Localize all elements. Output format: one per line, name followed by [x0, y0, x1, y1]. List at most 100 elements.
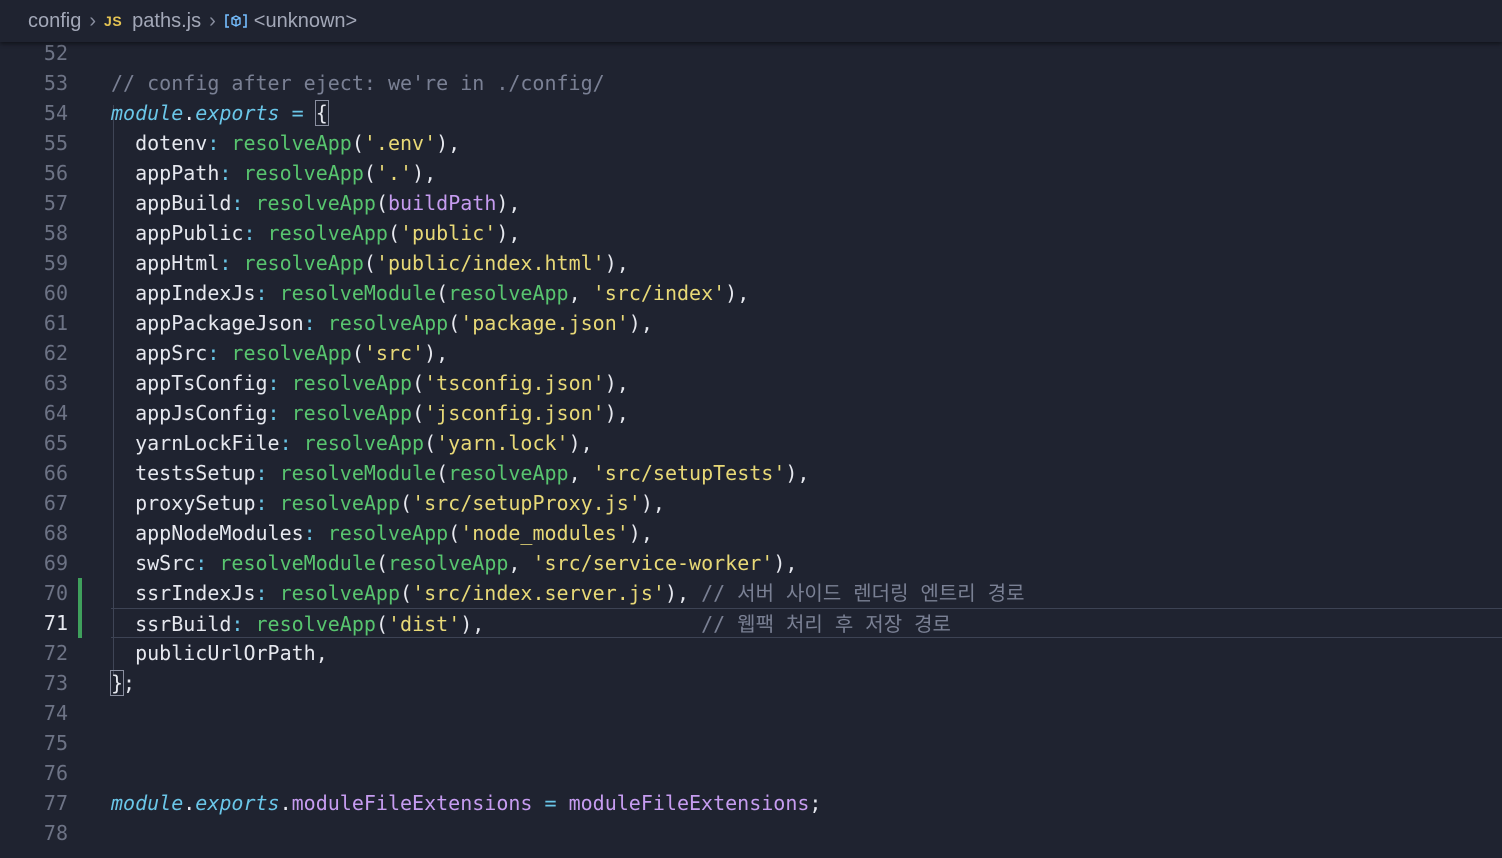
code-line[interactable]: 57 appBuild: resolveApp(buildPath), [0, 188, 1502, 218]
line-number: 67 [43, 491, 68, 515]
code-token: 'src/setupTests' [592, 461, 786, 485]
code-token: resolveApp [279, 581, 401, 605]
code-line[interactable]: 54 module.exports = { [0, 98, 1502, 128]
code-token: resolveApp [387, 551, 509, 575]
code-editor[interactable]: 52 53 // config after eject: we're in ./co… [0, 38, 1502, 858]
code-line[interactable]: 56 appPath: resolveApp('.'), [0, 158, 1502, 188]
code-token: moduleFileExtensions [291, 791, 533, 815]
code-token: yarnLockFile [111, 431, 280, 455]
code-line[interactable]: 78 [0, 818, 1502, 848]
code-token: ), [568, 431, 593, 455]
line-number: 60 [43, 281, 68, 305]
code-line[interactable]: 63 appTsConfig: resolveApp('tsconfig.jso… [0, 368, 1502, 398]
line-number: 58 [43, 221, 68, 245]
code-token: { [314, 100, 329, 126]
code-line[interactable]: 70 ssrIndexJs: resolveApp('src/index.ser… [0, 578, 1502, 608]
code-content [111, 38, 1502, 68]
code-token: resolveApp [327, 311, 449, 335]
code-content: appSrc: resolveApp('src'), [111, 338, 1502, 368]
code-line[interactable]: 73}; [0, 668, 1502, 698]
code-token: = [279, 101, 316, 125]
code-content: appHtml: resolveApp('public/index.html')… [111, 248, 1502, 278]
code-line[interactable]: 76 [0, 758, 1502, 788]
code-token: : [195, 551, 220, 575]
code-line[interactable]: 68 appNodeModules: resolveApp('node_modu… [0, 518, 1502, 548]
code-token: ), [785, 461, 810, 485]
git-added-marker[interactable] [78, 608, 82, 638]
code-token: resolveApp [327, 521, 449, 545]
code-token: } [109, 670, 125, 696]
javascript-file-icon: JS [104, 13, 123, 29]
code-content: appIndexJs: resolveModule(resolveApp, 's… [111, 278, 1502, 308]
code-token: ), [436, 131, 461, 155]
code-token: ), [412, 161, 437, 185]
line-number: 57 [43, 191, 68, 215]
code-line[interactable]: 75 [0, 728, 1502, 758]
code-line[interactable]: 61 appPackageJson: resolveApp('package.j… [0, 308, 1502, 338]
code-token: module [111, 101, 184, 125]
code-line[interactable]: 55 dotenv: resolveApp('.env'), [0, 128, 1502, 158]
code-token: ; [123, 671, 136, 695]
code-token: // 서버 사이드 렌더링 엔트리 경로 [701, 581, 1025, 605]
code-token: ( [375, 551, 388, 575]
git-added-marker[interactable] [78, 578, 82, 608]
code-line[interactable]: 60 appIndexJs: resolveModule(resolveApp,… [0, 278, 1502, 308]
code-line[interactable]: 62 appSrc: resolveApp('src'), [0, 338, 1502, 368]
code-token: : [267, 401, 292, 425]
code-token: 'tsconfig.json' [424, 371, 605, 395]
code-content: yarnLockFile: resolveApp('yarn.lock'), [111, 428, 1502, 458]
code-token: 'src/index.server.js' [412, 581, 665, 605]
code-token: appSrc [111, 341, 208, 365]
code-token: 'dist' [387, 612, 461, 636]
code-line[interactable]: 69 swSrc: resolveModule(resolveApp, 'src… [0, 548, 1502, 578]
code-token: // 웹팩 처리 후 저장 경로 [701, 612, 951, 636]
code-token: exports [195, 791, 280, 815]
code-token: resolveApp [291, 401, 413, 425]
code-content: publicUrlOrPath, [111, 638, 1502, 668]
code-line[interactable]: 53 // config after eject: we're in ./conf… [0, 68, 1502, 98]
code-token: : [303, 521, 328, 545]
code-content [111, 758, 1502, 788]
code-token: ), [496, 221, 521, 245]
code-line[interactable]: 72 publicUrlOrPath, [0, 638, 1502, 668]
code-line[interactable]: 52 [0, 38, 1502, 68]
breadcrumb-symbol[interactable]: <unknown> [254, 10, 357, 33]
breadcrumb: config › JS paths.js › <unknown> [0, 0, 1502, 42]
symbol-variable-icon [224, 14, 247, 28]
code-line[interactable]: 66 testsSetup: resolveModule(resolveApp,… [0, 458, 1502, 488]
code-line[interactable]: 58 appPublic: resolveApp('public'), [0, 218, 1502, 248]
code-line[interactable]: 74 [0, 698, 1502, 728]
code-token: ( [412, 401, 425, 425]
code-token: appBuild [111, 191, 232, 215]
line-number: 70 [43, 581, 68, 605]
code-content: appJsConfig: resolveApp('jsconfig.json')… [111, 398, 1502, 428]
code-line[interactable]: 59 appHtml: resolveApp('public/index.htm… [0, 248, 1502, 278]
code-token: ), [496, 191, 521, 215]
chevron-right-icon: › [209, 9, 216, 32]
code-token: resolveApp [448, 281, 569, 305]
code-line[interactable]: 67 proxySetup: resolveApp('src/setupProx… [0, 488, 1502, 518]
code-content: proxySetup: resolveApp('src/setupProxy.j… [111, 488, 1502, 518]
code-line[interactable]: 64 appJsConfig: resolveApp('jsconfig.jso… [0, 398, 1502, 428]
code-content: module.exports = { [111, 98, 1502, 128]
code-token: ( [375, 612, 388, 636]
code-token: ( [387, 221, 401, 245]
code-token: resolveApp [231, 131, 352, 155]
code-token: resolveApp [255, 191, 376, 215]
chevron-right-icon: › [89, 9, 97, 32]
code-token: ), [640, 491, 665, 515]
code-token: ; [809, 791, 822, 815]
code-token: : [231, 612, 256, 636]
code-token: ( [363, 251, 376, 275]
code-token: 'src' [363, 341, 425, 365]
code-token: 'node_modules' [460, 521, 629, 545]
code-content: ssrIndexJs: resolveApp('src/index.server… [111, 578, 1502, 608]
code-token: buildPath [387, 191, 497, 215]
code-line[interactable]: 77 module.exports.moduleFileExtensions = … [0, 788, 1502, 818]
breadcrumb-folder[interactable]: config [28, 10, 81, 33]
breadcrumb-file[interactable]: paths.js [132, 10, 201, 33]
code-line[interactable]: 71 ssrBuild: resolveApp('dist'), // 웹팩 처… [0, 608, 1502, 638]
code-token: : [207, 341, 232, 365]
code-token: , [508, 551, 533, 575]
code-line[interactable]: 65 yarnLockFile: resolveApp('yarn.lock')… [0, 428, 1502, 458]
